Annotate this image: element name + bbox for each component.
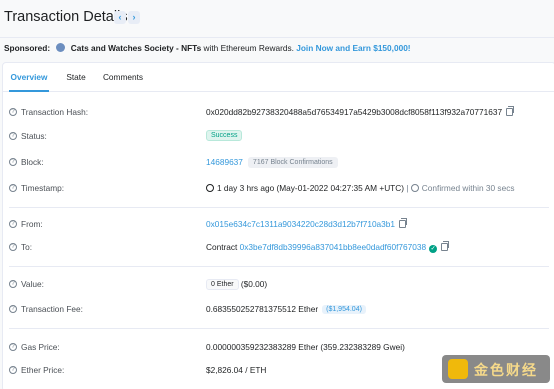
transaction-hash-label: Transaction Hash: <box>21 107 89 117</box>
to-label: To: <box>21 242 33 252</box>
prev-button[interactable]: ‹ <box>114 11 126 24</box>
ether-price-value: $2,826.04 / ETH <box>206 365 267 375</box>
confirmed-within-text: Confirmed within 30 secs <box>421 183 515 193</box>
help-icon[interactable]: ? <box>9 132 17 140</box>
row-timestamp: ? Timestamp: 1 day 3 hrs ago (May-01-202… <box>3 180 554 198</box>
from-address-link[interactable]: 0x015e634c7c1311a9034220c28d3d12b7f710a3… <box>206 219 395 229</box>
transaction-fee-ether: 0.683550252781375512 Ether <box>206 304 319 314</box>
next-button[interactable]: › <box>128 11 140 24</box>
timestamp-label: Timestamp: <box>21 183 65 193</box>
copy-icon[interactable] <box>506 106 515 116</box>
row-to: ? To: Contract 0x3be7df8db39996a837041bb… <box>3 239 554 257</box>
row-from: ? From: 0x015e634c7c1311a9034220c28d3d12… <box>3 216 554 234</box>
page-header: Transaction Details ‹ › <box>0 0 554 38</box>
timestamp-text: 1 day 3 hrs ago (May-01-2022 04:27:35 AM… <box>217 183 405 193</box>
ether-value-badge: 0 Ether <box>206 279 239 290</box>
copy-icon[interactable] <box>399 218 408 228</box>
tab-comments[interactable]: Comments <box>99 63 147 92</box>
sponsor-cta-link[interactable]: Join Now and Earn $150,000! <box>296 43 410 53</box>
value-value: 0 Ether ($0.00) <box>206 279 267 291</box>
ether-price-label: Ether Price: <box>21 365 65 375</box>
row-transaction-hash: ? Transaction Hash: 0x020dd82b9273832048… <box>3 104 554 122</box>
transaction-hash-text: 0x020dd82b92738320488a5d76534917a5429b30… <box>206 107 503 117</box>
help-icon[interactable]: ? <box>9 343 17 351</box>
watermark-logo-icon <box>448 359 468 379</box>
help-icon[interactable]: ? <box>9 220 17 228</box>
row-block: ? Block: 14689637 7167 Block Confirmation… <box>3 154 554 172</box>
help-icon[interactable]: ? <box>9 280 17 288</box>
block-number-link[interactable]: 14689637 <box>206 157 243 167</box>
status-badge: Success <box>206 130 243 141</box>
copy-icon[interactable] <box>441 241 450 251</box>
timestamp-separator: | <box>406 183 409 193</box>
tab-state[interactable]: State <box>61 63 91 92</box>
timestamp-value: 1 day 3 hrs ago (May-01-2022 04:27:35 AM… <box>206 183 515 193</box>
transaction-fee-label: Transaction Fee: <box>21 304 83 314</box>
gas-price-value: 0.000000359232383289 Ether (359.23238328… <box>206 342 405 352</box>
status-value: Success <box>206 130 243 143</box>
sponsor-brand-link[interactable]: Cats and Watches Society - NFTs <box>71 43 201 53</box>
value-label: Value: <box>21 279 44 289</box>
to-prefix: Contract <box>206 242 238 252</box>
row-transaction-fee: ? Transaction Fee: 0.683550252781375512 … <box>3 301 554 319</box>
transaction-hash-value: 0x020dd82b92738320488a5d76534917a5429b30… <box>206 106 515 117</box>
divider <box>9 207 549 208</box>
watermark-text: 金色财经 <box>474 363 538 379</box>
from-value: 0x015e634c7c1311a9034220c28d3d12b7f710a3… <box>206 218 408 229</box>
divider <box>9 328 549 329</box>
page-title: Transaction Details <box>4 9 128 25</box>
block-label: Block: <box>21 157 44 167</box>
confirmed-clock-icon <box>410 184 419 192</box>
tab-bar: Overview State Comments <box>3 63 554 92</box>
transaction-fee-value: 0.683550252781375512 Ether ($1,954.04) <box>206 304 366 315</box>
transaction-fee-usd-badge: ($1,954.04) <box>322 305 366 314</box>
gas-price-label: Gas Price: <box>21 342 60 352</box>
to-value: Contract 0x3be7df8db39996a837041bb8ee0da… <box>206 241 450 253</box>
help-icon[interactable]: ? <box>9 184 17 192</box>
value-usd: ($0.00) <box>240 279 268 289</box>
row-value: ? Value: 0 Ether ($0.00) <box>3 276 554 294</box>
sponsor-banner: Sponsored: Cats and Watches Society - NF… <box>0 38 554 58</box>
row-status: ? Status: Success <box>3 128 554 146</box>
divider <box>9 266 549 267</box>
sponsor-text: with Ethereum Rewards. <box>201 43 297 53</box>
from-label: From: <box>21 219 43 229</box>
help-icon[interactable]: ? <box>9 305 17 313</box>
transaction-card: Overview State Comments ? Transaction Ha… <box>2 62 554 389</box>
help-icon[interactable]: ? <box>9 158 17 166</box>
verified-check-icon: ✓ <box>429 245 438 253</box>
help-icon[interactable]: ? <box>9 243 17 251</box>
sponsor-label: Sponsored: <box>4 43 51 53</box>
to-address-link[interactable]: 0x3be7df8db39996a837041bb8ee0dadf60f7670… <box>240 242 426 252</box>
status-label: Status: <box>21 131 47 141</box>
tab-overview[interactable]: Overview <box>9 63 49 92</box>
watermark: 金色财经 <box>442 355 550 383</box>
help-icon[interactable]: ? <box>9 108 17 116</box>
clock-icon <box>206 184 214 192</box>
sponsor-logo-icon <box>56 43 66 53</box>
block-confirmations-badge: 7167 Block Confirmations <box>247 157 338 168</box>
block-value: 14689637 7167 Block Confirmations <box>206 157 338 169</box>
help-icon[interactable]: ? <box>9 366 17 374</box>
